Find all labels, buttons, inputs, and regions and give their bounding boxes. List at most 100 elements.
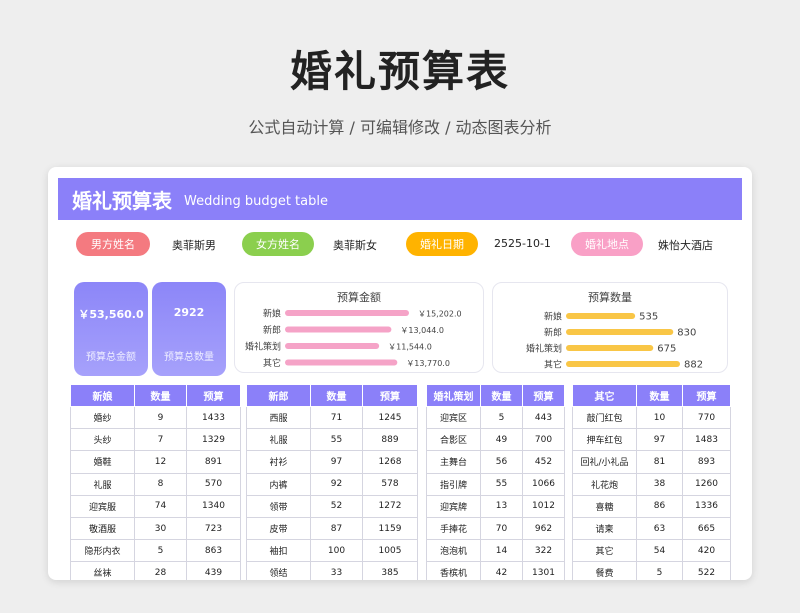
table-cell[interactable]: 33 (310, 561, 363, 580)
table-cell[interactable]: 8 (134, 472, 187, 496)
table-cell[interactable]: 1260 (682, 472, 731, 496)
table-cell[interactable]: 5 (480, 405, 523, 430)
table-cell[interactable]: 隐形内衣 (70, 539, 135, 563)
table-cell[interactable]: 领结 (246, 561, 311, 580)
table-cell[interactable]: 522 (682, 561, 731, 580)
table-cell[interactable]: 1268 (362, 450, 418, 474)
table-cell[interactable]: 71 (310, 405, 363, 430)
bride-name-value[interactable]: 奥菲斯女 (333, 237, 377, 253)
table-cell[interactable]: 38 (636, 472, 683, 496)
table-cell[interactable]: 723 (186, 516, 241, 541)
table-cell[interactable]: 押车红包 (572, 428, 637, 452)
table-cell[interactable]: 泡泡机 (426, 539, 481, 563)
groom-name-value[interactable]: 奥菲斯男 (172, 237, 216, 253)
table-cell[interactable]: 420 (682, 539, 731, 563)
table-cell[interactable]: 1483 (682, 428, 731, 452)
table-cell[interactable]: 迎宾牌 (426, 494, 481, 518)
table-cell[interactable]: 28 (134, 561, 187, 580)
table-cell[interactable]: 54 (636, 539, 683, 563)
table-cell[interactable]: 97 (310, 450, 363, 474)
table-cell[interactable]: 570 (186, 472, 241, 496)
table-cell[interactable]: 手捧花 (426, 516, 481, 541)
table-cell[interactable]: 礼服 (70, 472, 135, 496)
table-cell[interactable]: 55 (480, 472, 523, 496)
table-cell[interactable]: 665 (682, 516, 731, 541)
table-cell[interactable]: 322 (522, 539, 565, 563)
table-cell[interactable]: 7 (134, 428, 187, 452)
table-cell[interactable]: 962 (522, 516, 565, 541)
table-cell[interactable]: 敬酒服 (70, 516, 135, 541)
table-cell[interactable]: 回礼/小礼品 (572, 450, 637, 474)
table-cell[interactable]: 100 (310, 539, 363, 563)
table-cell[interactable]: 30 (134, 516, 187, 541)
wedding-date-value[interactable]: 2525-10-1 (494, 237, 551, 250)
table-cell[interactable]: 其它 (572, 539, 637, 563)
table-cell[interactable]: 请柬 (572, 516, 637, 541)
table-cell[interactable]: 86 (636, 494, 683, 518)
table-cell[interactable]: 14 (480, 539, 523, 563)
table-cell[interactable]: 喜糖 (572, 494, 637, 518)
table-cell[interactable]: 889 (362, 428, 418, 452)
table-cell[interactable]: 74 (134, 494, 187, 518)
table-cell[interactable]: 1245 (362, 405, 418, 430)
table-cell[interactable]: 97 (636, 428, 683, 452)
table-cell[interactable]: 1340 (186, 494, 241, 518)
table-cell[interactable]: 439 (186, 561, 241, 580)
table-cell[interactable]: 578 (362, 472, 418, 496)
table-cell[interactable]: 81 (636, 450, 683, 474)
table-cell[interactable]: 婚纱 (70, 405, 135, 430)
table-cell[interactable]: 1301 (522, 561, 565, 580)
table-cell[interactable]: 皮带 (246, 516, 311, 541)
table-cell[interactable]: 700 (522, 428, 565, 452)
table-cell[interactable]: 指引牌 (426, 472, 481, 496)
table-cell[interactable]: 55 (310, 428, 363, 452)
table-cell[interactable]: 西服 (246, 405, 311, 430)
table-cell[interactable]: 礼服 (246, 428, 311, 452)
table-cell[interactable]: 770 (682, 405, 731, 430)
table-cell[interactable]: 领带 (246, 494, 311, 518)
table-cell[interactable]: 893 (682, 450, 731, 474)
table-cell[interactable]: 主舞台 (426, 450, 481, 474)
table-cell[interactable]: 内裤 (246, 472, 311, 496)
table-cell[interactable]: 63 (636, 516, 683, 541)
table-cell[interactable]: 婚鞋 (70, 450, 135, 474)
table-cell[interactable]: 87 (310, 516, 363, 541)
table-cell[interactable]: 迎宾服 (70, 494, 135, 518)
table-cell[interactable]: 头纱 (70, 428, 135, 452)
table-cell[interactable]: 12 (134, 450, 187, 474)
table-cell[interactable]: 袖扣 (246, 539, 311, 563)
table-cell[interactable]: 9 (134, 405, 187, 430)
table-cell[interactable]: 92 (310, 472, 363, 496)
table-cell[interactable]: 5 (134, 539, 187, 563)
table-cell[interactable]: 56 (480, 450, 523, 474)
table-cell[interactable]: 衬衫 (246, 450, 311, 474)
table-cell[interactable]: 452 (522, 450, 565, 474)
table-cell[interactable]: 891 (186, 450, 241, 474)
table-cell[interactable]: 5 (636, 561, 683, 580)
table-cell[interactable]: 香槟机 (426, 561, 481, 580)
table-cell[interactable]: 丝袜 (70, 561, 135, 580)
table-cell[interactable]: 1329 (186, 428, 241, 452)
table-cell[interactable]: 1336 (682, 494, 731, 518)
table-cell[interactable]: 52 (310, 494, 363, 518)
table-cell[interactable]: 13 (480, 494, 523, 518)
table-cell[interactable]: 敲门红包 (572, 405, 637, 430)
table-cell[interactable]: 合影区 (426, 428, 481, 452)
table-cell[interactable]: 1159 (362, 516, 418, 541)
table-cell[interactable]: 10 (636, 405, 683, 430)
table-cell[interactable]: 1005 (362, 539, 418, 563)
table-cell[interactable]: 礼花炮 (572, 472, 637, 496)
table-cell[interactable]: 1433 (186, 405, 241, 430)
table-cell[interactable]: 42 (480, 561, 523, 580)
table-cell[interactable]: 1012 (522, 494, 565, 518)
table-cell[interactable]: 385 (362, 561, 418, 580)
table-cell[interactable]: 443 (522, 405, 565, 430)
table-cell[interactable]: 49 (480, 428, 523, 452)
table-cell[interactable]: 70 (480, 516, 523, 541)
table-cell[interactable]: 餐费 (572, 561, 637, 580)
table-cell[interactable]: 迎宾区 (426, 405, 481, 430)
table-cell[interactable]: 1066 (522, 472, 565, 496)
table-cell[interactable]: 1272 (362, 494, 418, 518)
wedding-venue-value[interactable]: 姝怡大酒店 (658, 237, 713, 253)
table-cell[interactable]: 863 (186, 539, 241, 563)
